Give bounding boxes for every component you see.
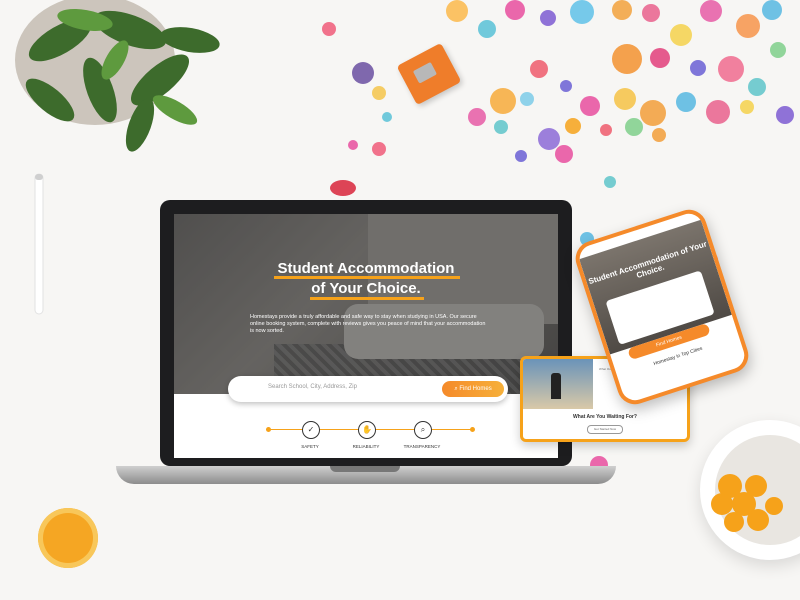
title-underline — [274, 276, 460, 279]
find-homes-label: Find Homes — [459, 386, 492, 392]
search-input[interactable]: Search School, City, Address, Zip — [268, 384, 357, 390]
find-homes-button[interactable]: ⌕ Find Homes — [442, 381, 504, 397]
sharpener-icon — [396, 42, 462, 106]
handshake-icon: ✋ — [358, 421, 376, 439]
hero-image — [174, 214, 558, 394]
hero-title-line2: of Your Choice. — [311, 280, 421, 297]
bowl-of-flowers — [700, 420, 800, 560]
tablet-cta-button[interactable]: Get Started Now — [587, 425, 623, 434]
feature-label-reliability: RELIABILITY — [352, 444, 380, 449]
search-bar: Search School, City, Address, Zip ⌕ Find… — [228, 376, 508, 402]
tablet-heading: What Are You Waiting For? — [573, 414, 637, 420]
hero-description: Homestays provide a truly affordable and… — [250, 314, 486, 334]
person-silhouette — [551, 373, 561, 399]
stylus-icon — [34, 173, 44, 315]
magnifier-icon: ⌕ — [414, 421, 432, 439]
laptop-notch — [330, 466, 400, 472]
mockup-scene: Student Accommodation of Your Choice. Ho… — [0, 0, 800, 600]
features-strip: ✓ ✋ ⌕ SAFETY RELIABILITY TRANSPARENCY — [174, 414, 558, 458]
shield-icon: ✓ — [302, 421, 320, 439]
title-underline — [310, 297, 424, 300]
plant-icon — [15, 0, 220, 152]
feature-label-transparency: TRANSPARENCY — [403, 444, 441, 449]
feature-label-safety: SAFETY — [301, 444, 319, 449]
laptop-screen: Student Accommodation of Your Choice. Ho… — [174, 214, 558, 458]
orange-slice-icon — [38, 508, 98, 568]
